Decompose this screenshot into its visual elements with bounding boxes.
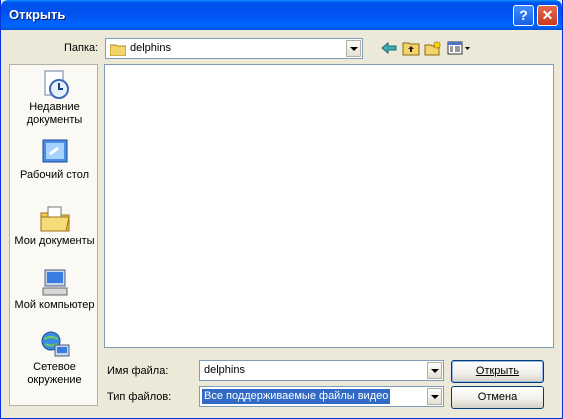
chevron-down-icon[interactable] bbox=[346, 40, 361, 57]
lookin-combo[interactable]: delphins bbox=[105, 38, 363, 59]
desktop-icon bbox=[38, 137, 72, 169]
close-button[interactable]: ✕ bbox=[537, 5, 558, 26]
lookin-value: delphins bbox=[130, 42, 171, 54]
window-title: Открыть bbox=[9, 7, 66, 22]
filetype-select[interactable]: Все поддерживаемые файлы видео bbox=[202, 389, 391, 404]
places-bar: Недавние документы Рабочий стол Мои доку… bbox=[9, 64, 98, 406]
open-button[interactable]: Открыть bbox=[451, 360, 544, 383]
new-folder-icon[interactable] bbox=[424, 40, 442, 56]
network-places-icon bbox=[38, 329, 72, 361]
place-label: Недавние документы bbox=[26, 101, 83, 126]
chevron-down-icon[interactable] bbox=[427, 388, 442, 405]
lookin-label: Папка: bbox=[64, 42, 99, 54]
title-bar[interactable]: Открыть ? ✕ bbox=[1, 0, 562, 30]
recent-documents-icon bbox=[38, 69, 72, 101]
place-my-computer[interactable]: Мой компьютер bbox=[10, 267, 99, 312]
filename-combo[interactable]: delphins bbox=[199, 360, 444, 381]
folder-icon bbox=[109, 43, 127, 59]
place-recent-documents[interactable]: Недавние документы bbox=[10, 69, 99, 127]
filename-input[interactable]: delphins bbox=[204, 364, 245, 376]
place-desktop[interactable]: Рабочий стол bbox=[10, 137, 99, 182]
file-list[interactable] bbox=[104, 64, 554, 348]
open-button-label: Открыть bbox=[475, 365, 520, 377]
place-label: Рабочий стол bbox=[19, 169, 90, 181]
help-button[interactable]: ? bbox=[513, 5, 534, 26]
filetype-combo[interactable]: Все поддерживаемые файлы видео bbox=[199, 386, 444, 407]
open-file-dialog: Открыть ? ✕ Папка: delphins Недавние док… bbox=[0, 0, 563, 419]
place-label: Мой компьютер bbox=[14, 299, 95, 311]
my-computer-icon bbox=[38, 267, 72, 299]
filetype-label: Тип файлов: bbox=[107, 391, 172, 403]
place-label: Сетевое окружение bbox=[27, 361, 82, 386]
place-label: Мои документы bbox=[14, 235, 95, 247]
place-network[interactable]: Сетевое окружение bbox=[10, 329, 99, 387]
cancel-button[interactable]: Отмена bbox=[451, 386, 544, 409]
view-menu-icon[interactable] bbox=[447, 40, 471, 56]
filename-label: Имя файла: bbox=[107, 365, 169, 377]
chevron-down-icon[interactable] bbox=[427, 362, 442, 379]
my-documents-icon bbox=[38, 203, 72, 235]
up-folder-icon[interactable] bbox=[402, 40, 420, 56]
place-my-documents[interactable]: Мои документы bbox=[10, 203, 99, 248]
back-icon[interactable] bbox=[380, 40, 398, 56]
